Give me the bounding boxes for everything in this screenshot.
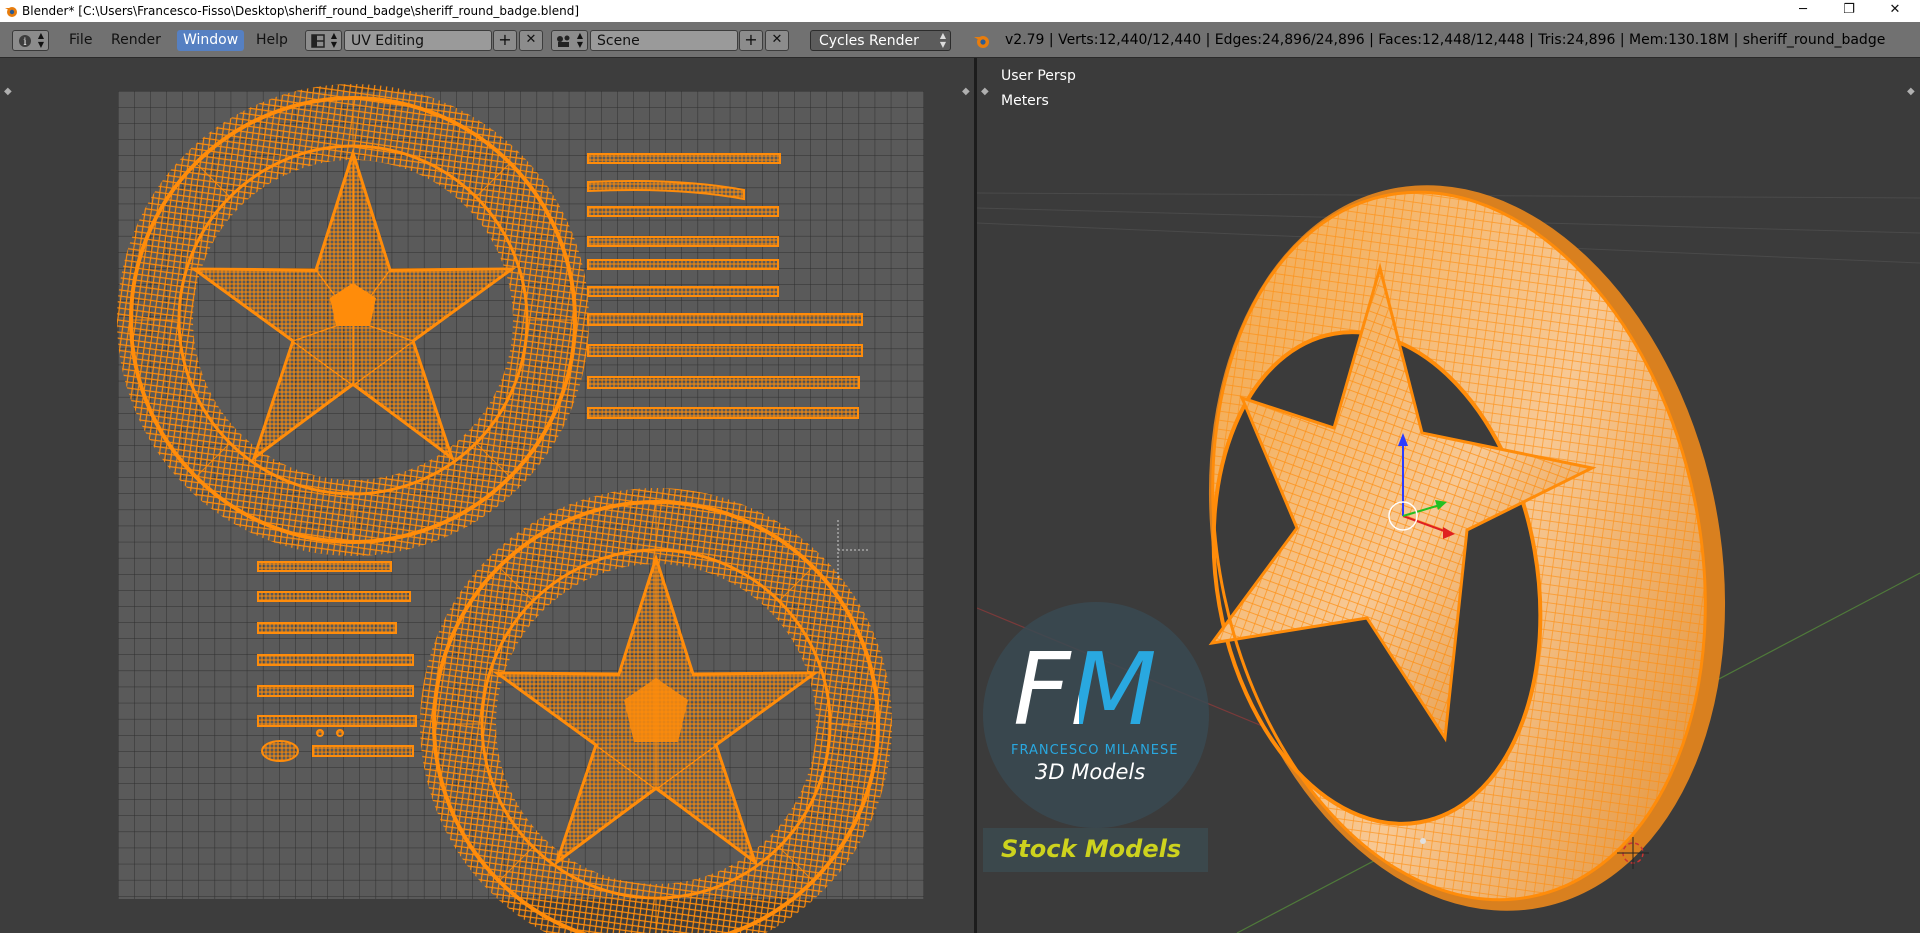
- scene-icon: [557, 35, 570, 47]
- add-screen-button[interactable]: +: [493, 30, 517, 51]
- fm-monogram-text: FM: [1013, 631, 1157, 748]
- dropdown-arrows-icon: ▲ ▼: [330, 31, 337, 49]
- add-scene-button[interactable]: +: [739, 30, 763, 51]
- fm-subtitle: 3D Models: [1035, 760, 1146, 784]
- window-titlebar: Blender* [C:\Users\Francesco-Fisso\Deskt…: [0, 0, 1920, 22]
- screen-layout-name[interactable]: UV Editing: [344, 30, 492, 51]
- sheriff-badge-mesh[interactable]: [1144, 137, 1790, 933]
- render-engine-dropdown[interactable]: Cycles Render ▲ ▼: [810, 30, 951, 51]
- svg-text:i: i: [23, 37, 26, 48]
- fm-watermark: FM FRANCESCO MILANESE 3D Models Stock Mo…: [983, 600, 1213, 875]
- dropdown-arrows-icon: ▲ ▼: [37, 31, 44, 49]
- dropdown-arrows-icon: ▲ ▼: [939, 31, 946, 49]
- menu-window[interactable]: Window: [177, 30, 245, 51]
- layout-icon: [311, 34, 325, 48]
- uv-image-editor[interactable]: ◆ ◆: [0, 58, 974, 933]
- menu-render[interactable]: Render: [105, 30, 167, 51]
- close-window-button[interactable]: ✕: [1872, 0, 1918, 22]
- minimize-button[interactable]: ─: [1780, 0, 1826, 22]
- fm-author: FRANCESCO MILANESE: [1011, 743, 1179, 758]
- menu-file[interactable]: File: [63, 30, 98, 51]
- screen-layout-dropdown[interactable]: ▲ ▼: [305, 30, 342, 51]
- remove-scene-button[interactable]: ✕: [765, 30, 789, 51]
- remove-screen-button[interactable]: ✕: [519, 30, 543, 51]
- dropdown-arrows-icon: ▲ ▼: [576, 31, 583, 49]
- scene-statistics: v2.79 | Verts:12,440/12,440 | Edges:24,8…: [1005, 32, 1886, 48]
- editor-type-button[interactable]: i ▲ ▼: [12, 30, 49, 51]
- fm-monogram: FM: [1013, 640, 1193, 740]
- blender-logo-icon: [5, 7, 17, 17]
- units-label: Meters: [1001, 93, 1049, 109]
- view-name-label: User Persp: [1001, 68, 1076, 84]
- info-header: i ▲ ▼ File Render Window Help ▲ ▼ UV Editi…: [0, 22, 1920, 58]
- info-icon: i: [19, 35, 31, 48]
- render-engine-label: Cycles Render: [819, 33, 919, 49]
- restore-button[interactable]: ❐: [1826, 0, 1872, 22]
- scene-dropdown[interactable]: ▲ ▼: [551, 30, 588, 51]
- area-split-corner-icon[interactable]: ◆: [1907, 86, 1915, 97]
- blender-logo-icon: [974, 36, 989, 48]
- menu-help[interactable]: Help: [250, 30, 294, 51]
- area-split-corner-icon[interactable]: ◆: [981, 86, 989, 97]
- fm-tag: Stock Models: [1001, 835, 1182, 863]
- light-object-icon[interactable]: [1420, 838, 1426, 844]
- window-title: Blender* [C:\Users\Francesco-Fisso\Deskt…: [22, 4, 580, 18]
- uv-canvas[interactable]: [0, 58, 974, 933]
- scene-name[interactable]: Scene: [590, 30, 738, 51]
